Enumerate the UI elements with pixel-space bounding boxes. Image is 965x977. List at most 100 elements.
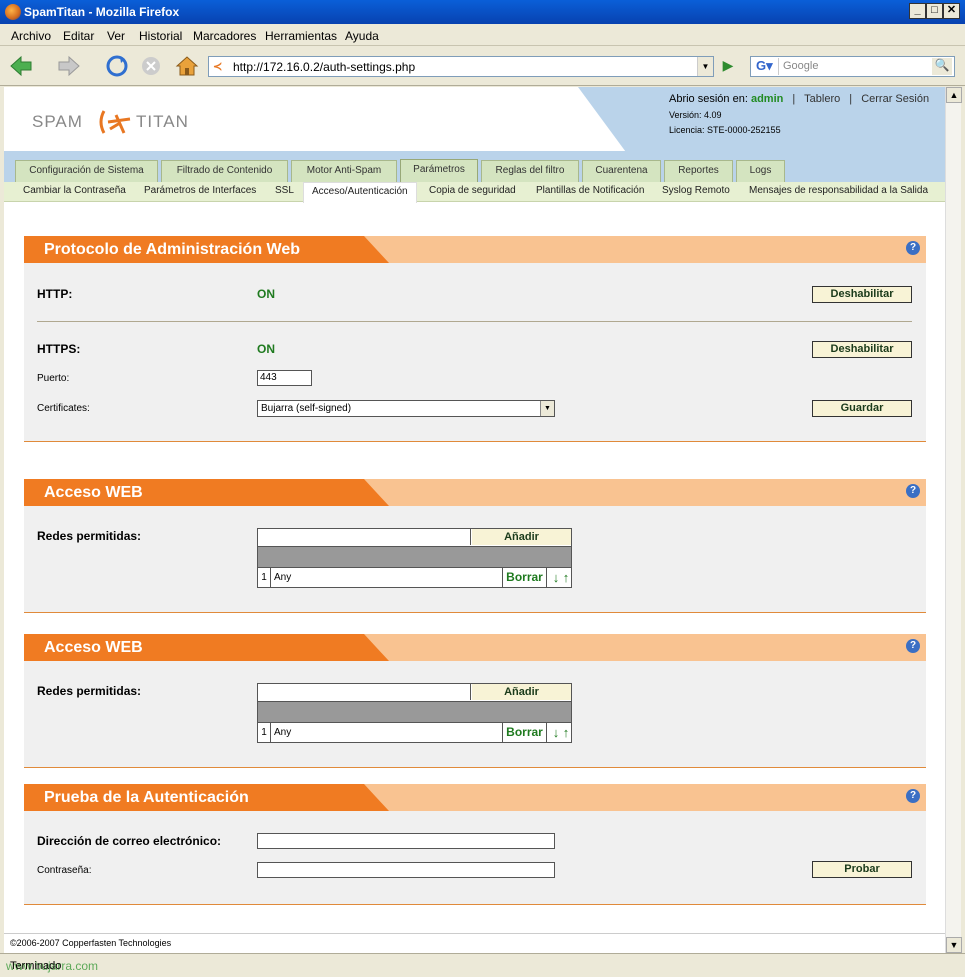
google-icon[interactable]: G▾ [753,58,779,75]
menu-herramientas[interactable]: Herramientas [265,29,337,43]
menu-ayuda[interactable]: Ayuda [345,29,379,43]
help-icon[interactable]: ? [906,639,920,653]
reorder-arrows-icon[interactable]: ↓ ↑ [550,723,572,742]
go-icon[interactable]: ▶ [718,57,738,76]
add-network-button[interactable]: Añadir [472,684,571,700]
subtab-plantillas[interactable]: Plantillas de Notificación [536,185,644,196]
back-icon[interactable] [8,54,34,78]
copyright-text: ©2006-2007 Copperfasten Technologies [10,938,172,948]
dashboard-link[interactable]: Tablero [804,93,840,105]
search-icon[interactable]: 🔍 [932,58,952,75]
subtab-copia-seguridad[interactable]: Copia de seguridad [429,185,516,196]
reorder-arrows-icon[interactable]: ↓ ↑ [550,568,572,587]
test-button[interactable]: Probar [812,861,912,878]
tab-motor-antispam[interactable]: Motor Anti-Spam [291,160,397,182]
section-title: Prueba de la Autenticación [44,789,249,806]
logout-link[interactable]: Cerrar Sesión [861,93,929,105]
subtabs-bar: Cambiar la Contraseña Parámetros de Inte… [4,182,945,203]
maximize-button[interactable]: □ [926,3,943,19]
add-network-button[interactable]: Añadir [472,529,571,545]
url-dropdown-icon[interactable]: ▼ [697,57,713,76]
subtab-interfaces[interactable]: Parámetros de Interfaces [144,185,256,196]
network-input[interactable] [258,529,471,545]
chevron-down-icon[interactable]: ▼ [540,401,554,416]
menubar: Archivo Editar Ver Historial Marcadores … [0,24,965,46]
https-label: HTTPS: [37,342,81,356]
help-icon[interactable]: ? [906,789,920,803]
https-disable-button[interactable]: Deshabilitar [812,341,912,358]
stop-icon[interactable] [138,54,164,78]
save-button[interactable]: Guardar [812,400,912,417]
menu-ver[interactable]: Ver [107,29,125,43]
help-icon[interactable]: ? [906,484,920,498]
close-button[interactable]: ✕ [943,3,960,19]
row-number: 1 [258,723,271,742]
scroll-down-icon[interactable]: ▼ [946,937,962,953]
admin-protocol-section: Protocolo de Administración Web ? HTTP: … [24,236,926,442]
home-icon[interactable] [174,54,200,78]
logo-figure-icon [99,110,131,134]
search-bar[interactable]: G▾ Google 🔍 [750,56,955,77]
subtab-ssl[interactable]: SSL [275,185,294,196]
window-titlebar: SpamTitan - Mozilla Firefox _ □ ✕ [0,0,965,24]
cert-select[interactable]: Bujarra (self-signed) ▼ [257,400,555,417]
section-header: Prueba de la Autenticación ? [24,784,926,811]
tab-configuracion[interactable]: Configuración de Sistema [15,160,158,182]
tab-filtrado[interactable]: Filtrado de Contenido [161,160,288,182]
site-favicon: ≺ [213,61,223,73]
search-placeholder: Google [783,60,819,72]
session-user[interactable]: admin [751,93,783,105]
port-input[interactable]: 443 [257,370,312,386]
cert-select-value: Bujarra (self-signed) [261,403,352,414]
network-input[interactable] [258,684,471,700]
window-title: SpamTitan - Mozilla Firefox [24,5,180,19]
section-title: Acceso WEB [44,484,143,501]
url-bar[interactable]: ≺ http://172.16.0.2/auth-settings.php ▼ [208,56,714,77]
web-access-section-2: Acceso WEB ? Redes permitidas: Añadir 1 … [24,634,926,768]
delete-button[interactable]: Borrar [502,723,547,742]
menu-historial[interactable]: Historial [139,29,182,43]
cert-label: Certificates: [37,403,90,414]
subtab-syslog[interactable]: Syslog Remoto [662,185,730,196]
subtab-cambiar-contrasena[interactable]: Cambiar la Contraseña [23,185,126,196]
auth-test-section: Prueba de la Autenticación ? Dirección d… [24,784,926,905]
delete-button[interactable]: Borrar [502,568,547,587]
page-content: SPAM TITAN Abrio sesión en: admin | Tabl… [4,87,945,953]
session-info: Abrio sesión en: admin | Tablero | Cerra… [669,93,929,105]
http-disable-button[interactable]: Deshabilitar [812,286,912,303]
tab-cuarentena[interactable]: Cuarentena [582,160,661,182]
tab-reportes[interactable]: Reportes [664,160,733,182]
menu-editar[interactable]: Editar [63,29,94,43]
help-icon[interactable]: ? [906,241,920,255]
forward-icon[interactable] [56,54,82,78]
minimize-button[interactable]: _ [909,3,926,19]
footer: ©2006-2007 Copperfasten Technologies [4,933,945,953]
session-prefix: Abrio sesión en: [669,93,748,105]
spamtitan-logo: SPAM TITAN [32,107,212,137]
allowed-networks-table: Añadir 1 Any Borrar ↓ ↑ [257,528,572,588]
section-header: Acceso WEB ? [24,479,926,506]
tab-logs[interactable]: Logs [736,160,785,182]
password-field[interactable] [257,862,555,878]
menu-marcadores[interactable]: Marcadores [193,29,256,43]
password-label: Contraseña: [37,865,92,876]
divider [37,321,912,322]
menu-archivo[interactable]: Archivo [11,29,51,43]
email-label: Dirección de correo electrónico: [37,834,222,848]
row-number: 1 [258,568,271,587]
allowed-networks-table: Añadir 1 Any Borrar ↓ ↑ [257,683,572,743]
tab-parametros[interactable]: Parámetros [400,159,478,182]
status-text: Terminado [10,960,62,972]
table-row: 1 Any Borrar ↓ ↑ [258,567,571,587]
vertical-scrollbar[interactable]: ▲ ▼ [945,87,962,953]
version-text: Versión: 4.09 [669,110,722,120]
tab-reglas[interactable]: Reglas del filtro [481,160,579,182]
allowed-networks-label: Redes permitidas: [37,529,142,543]
navigation-toolbar: ≺ http://172.16.0.2/auth-settings.php ▼ … [0,46,965,86]
web-access-section-1: Acceso WEB ? Redes permitidas: Añadir 1 … [24,479,926,613]
email-field[interactable] [257,833,555,849]
reload-icon[interactable] [104,54,130,78]
scroll-up-icon[interactable]: ▲ [946,87,962,103]
subtab-acceso-autenticacion[interactable]: Acceso/Autenticación [303,182,417,203]
subtab-mensajes[interactable]: Mensajes de responsabilidad a la Salida [749,185,928,196]
